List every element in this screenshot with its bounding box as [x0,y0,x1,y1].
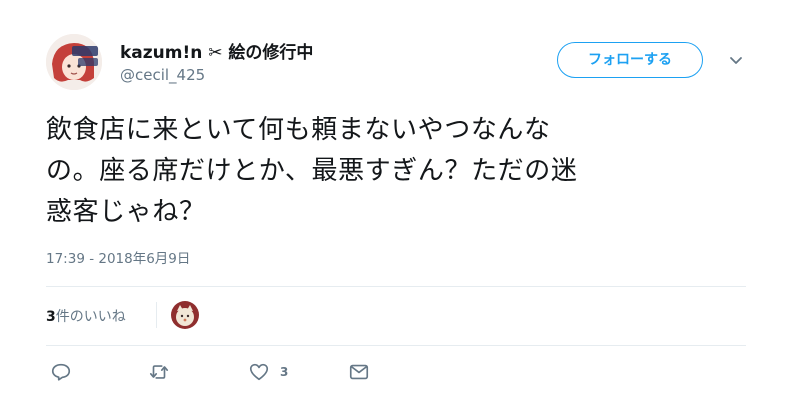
follow-button[interactable]: フォローする [557,42,703,78]
likes-label: 件のいいね [55,309,126,325]
tweet-text: 飲食店に来といて何も頼まないやつなんな の。座る席だけとか、最悪すぎん？ただの迷… [46,110,746,233]
chevron-down-icon[interactable] [726,50,746,70]
avatar-illustration [46,34,102,90]
retweet-button[interactable] [148,360,170,384]
divider [46,345,746,346]
tweet-line: の。座る席だけとか、最悪すぎん？ただの迷 [46,156,578,186]
reply-button[interactable] [50,360,72,384]
mail-icon [349,364,369,380]
likes-count: 3 [46,309,56,325]
retweet-icon [149,365,169,379]
vertical-divider [156,302,157,328]
display-name[interactable]: kazum!n ✂ 絵の修行中 [120,38,313,63]
reply-icon [51,363,71,381]
user-avatar[interactable] [46,34,102,90]
tweet-actions: 3 [46,360,446,390]
likes-summary[interactable]: 3件のいいね [46,306,126,326]
direct-message-button[interactable] [348,360,370,384]
heart-icon [249,363,269,381]
tweet-header: kazum!n ✂ 絵の修行中 @cecil_425 フォローする [46,30,756,100]
user-handle[interactable]: @cecil_425 [120,66,205,84]
tweet-line: 惑客じゃね？ [46,197,206,227]
divider [46,286,746,287]
like-count: 3 [280,365,289,379]
like-button[interactable]: 3 [248,360,288,384]
liker-avatar[interactable] [171,301,199,329]
tweet-line: 飲食店に来といて何も頼まないやつなんな [46,115,551,145]
tweet-timestamp[interactable]: 17:39 - 2018年6月9日 [46,247,190,267]
